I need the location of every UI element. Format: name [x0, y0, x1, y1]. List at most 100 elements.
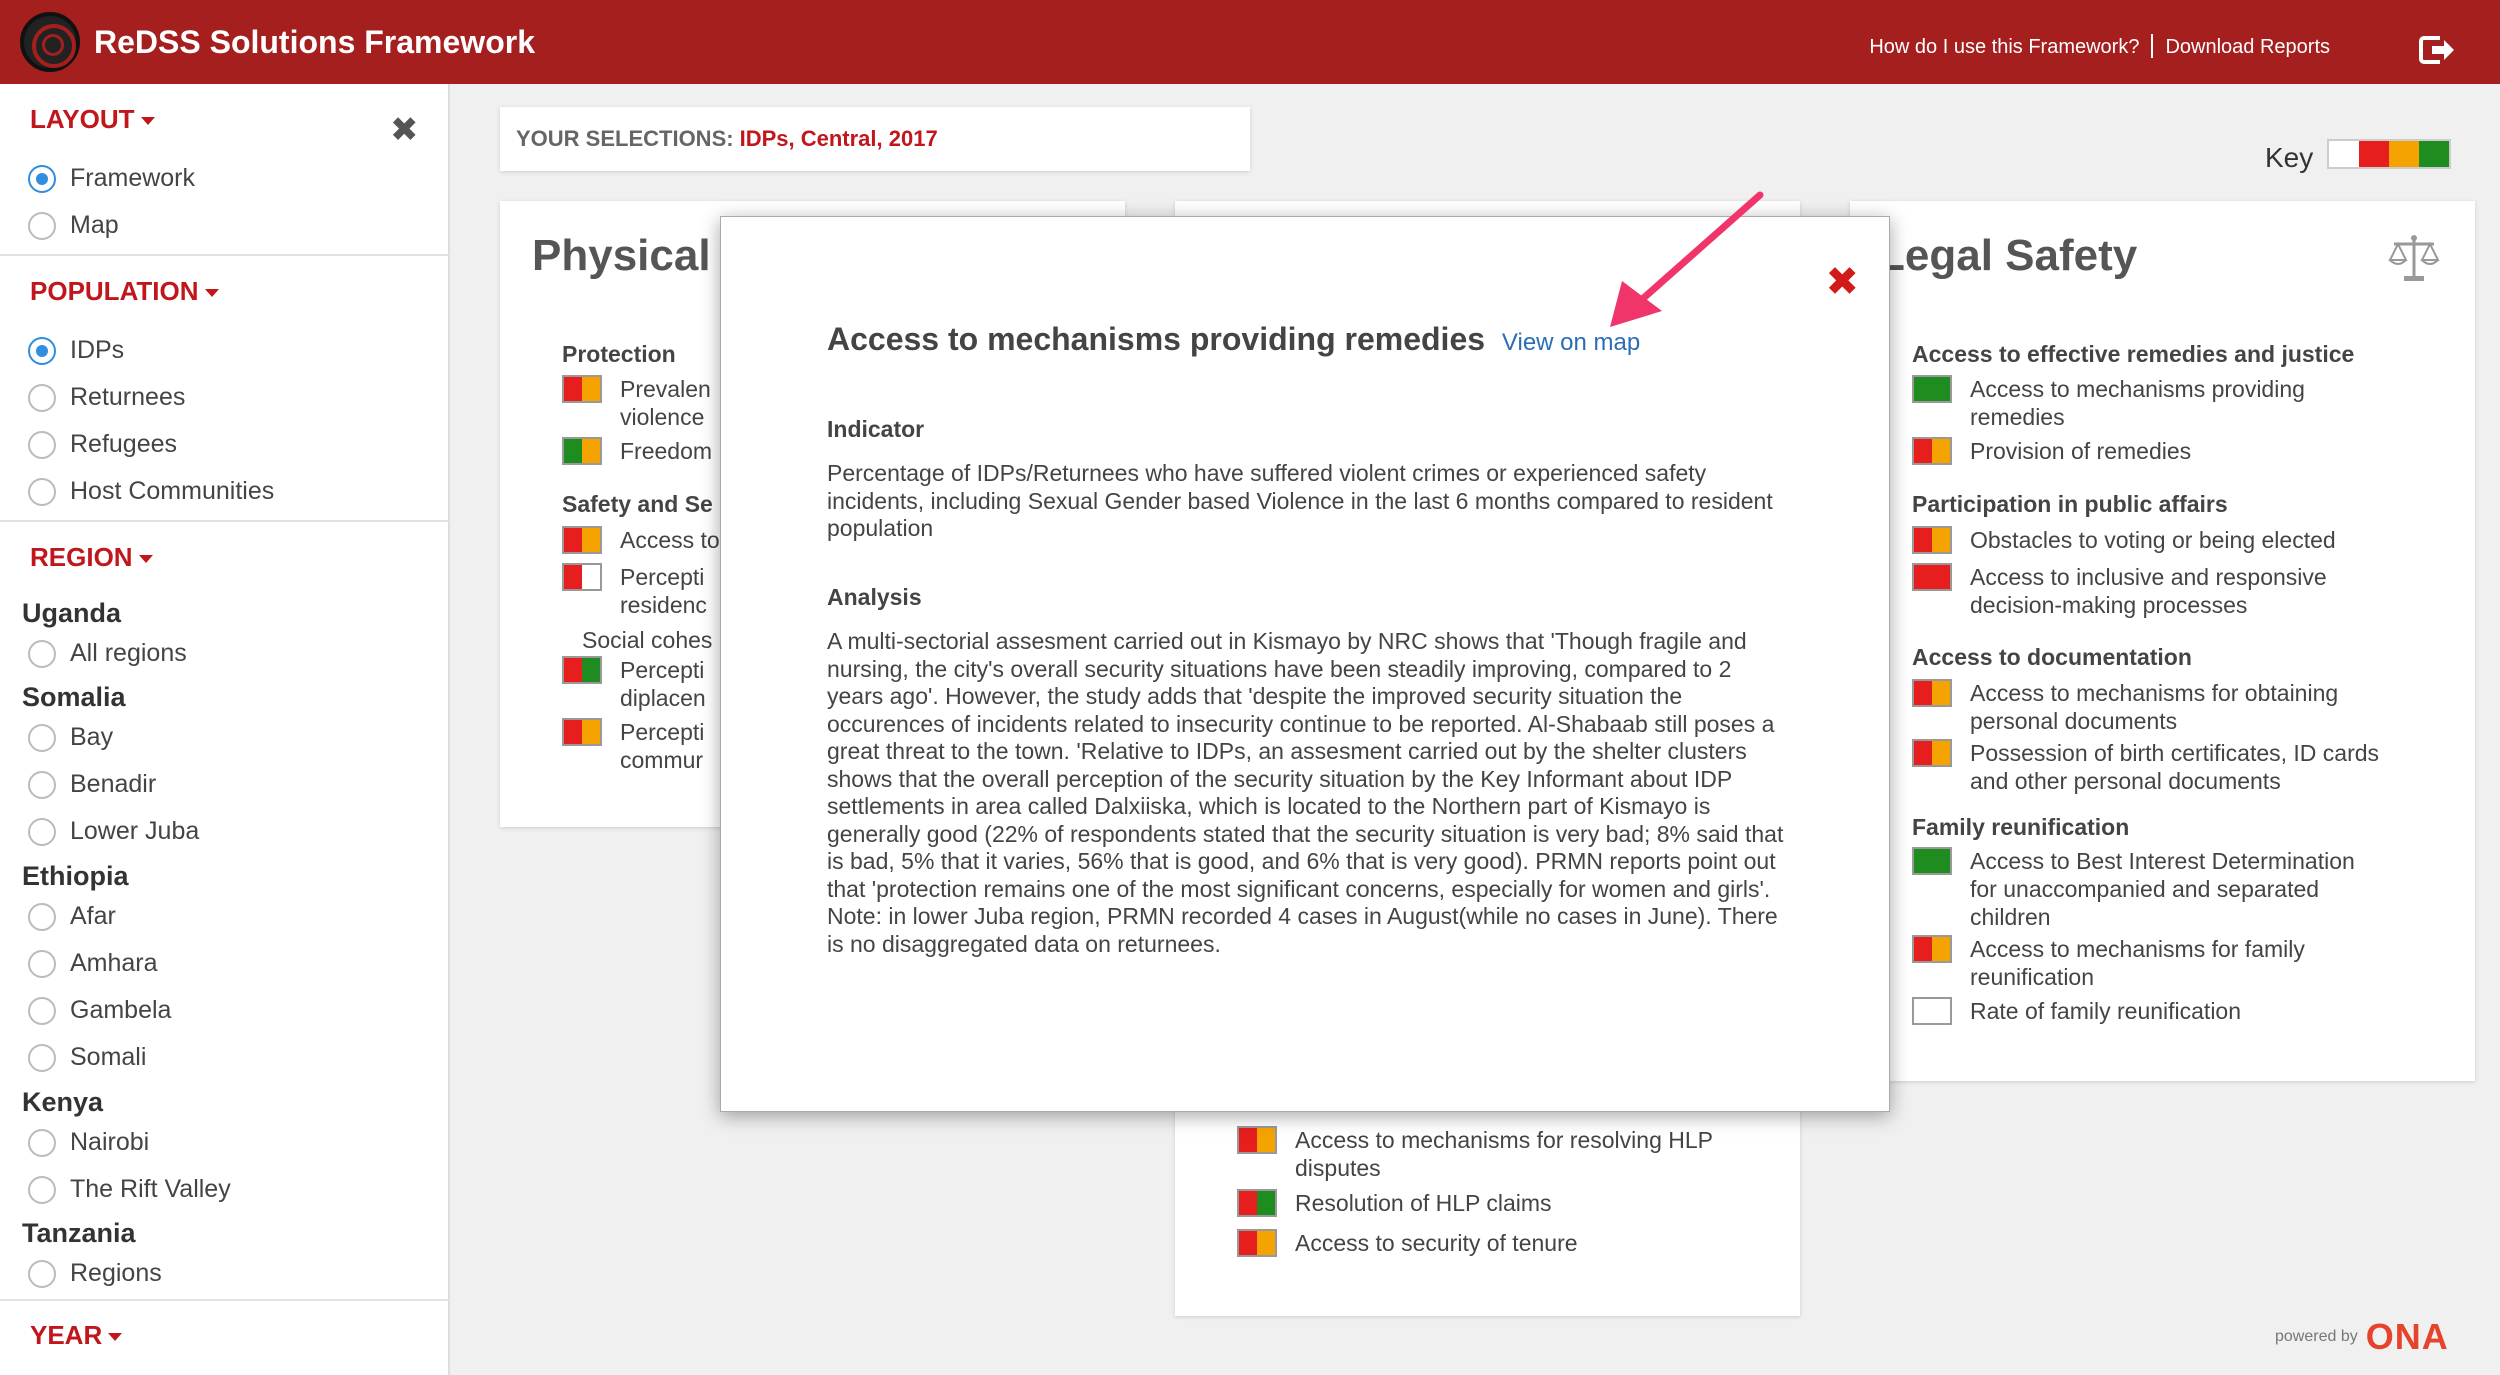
region-option-nairobi[interactable]: Nairobi [28, 1128, 149, 1157]
divider [0, 254, 450, 256]
region-option-lower-juba[interactable]: Lower Juba [28, 817, 199, 846]
region-option-benadir[interactable]: Benadir [28, 770, 156, 799]
region-option-all-regions[interactable]: All regions [28, 639, 187, 668]
radio-label: Lower Juba [70, 817, 200, 845]
ona-logo[interactable]: ONA [2366, 1316, 2449, 1358]
country-heading-kenya: Kenya [22, 1087, 104, 1117]
download-reports-link[interactable]: Download Reports [2165, 36, 2330, 60]
region-option-bay[interactable]: Bay [28, 723, 113, 752]
status-swatch [1912, 375, 1952, 403]
indicator-item[interactable]: Access to mechanisms for family reunifica… [1912, 935, 2305, 991]
radio-label: Benadir [70, 770, 157, 798]
scales-icon [2388, 235, 2440, 281]
key-label: Key [2265, 142, 2314, 173]
radio-icon [28, 996, 56, 1025]
group-title: Access to effective remedies and justice [1912, 341, 2355, 367]
indicator-label: Access to mechanisms for obtaining person… [1970, 680, 2339, 734]
radio-icon [28, 477, 56, 506]
region-option-rift-valley[interactable]: The Rift Valley [28, 1175, 231, 1204]
indicator-item[interactable]: Provision of remedies [1912, 437, 2191, 465]
indicator-item[interactable]: Access to Best Interest Determination for… [1912, 847, 2355, 931]
radio-label: Host Communities [70, 477, 275, 505]
indicator-item[interactable]: Percepti commur [562, 718, 704, 774]
radio-icon [28, 639, 56, 668]
radio-label: Map [70, 211, 119, 239]
radio-icon [28, 723, 56, 752]
group-title: Protection [562, 341, 676, 367]
indicator-item[interactable]: Access to security of tenure [1237, 1229, 1578, 1257]
indicator-item[interactable]: Access to mechanisms for resolving HLP di… [1237, 1126, 1713, 1182]
region-option-gambela[interactable]: Gambela [28, 996, 171, 1025]
logout-icon[interactable] [2418, 34, 2456, 66]
indicator-item[interactable]: Percepti diplacen [562, 656, 706, 712]
indicator-detail-modal: ✖ Access to mechanisms providing remedie… [720, 216, 1890, 1112]
subgroup-title: Social cohes [582, 627, 713, 653]
region-option-somali[interactable]: Somali [28, 1043, 146, 1072]
country-heading-tanzania: Tanzania [22, 1218, 136, 1248]
indicator-heading: Indicator [827, 416, 925, 442]
status-swatch [562, 375, 602, 403]
region-section-toggle[interactable]: REGION [0, 542, 153, 573]
status-swatch [562, 656, 602, 684]
status-swatch [1912, 437, 1952, 465]
indicator-item[interactable]: Resolution of HLP claims [1237, 1189, 1552, 1217]
header-links: How do I use this Framework? Download Re… [1869, 34, 2330, 60]
group-title: Safety and Se [562, 491, 713, 517]
close-modal-icon[interactable]: ✖ [1825, 259, 1859, 305]
radio-label: Refugees [70, 430, 178, 458]
radio-label: Somali [70, 1043, 147, 1071]
country-heading-uganda: Uganda [22, 598, 122, 628]
status-swatch [1912, 997, 1952, 1025]
population-option-host-communities[interactable]: Host Communities [28, 477, 274, 506]
population-option-returnees[interactable]: Returnees [28, 383, 185, 412]
country-heading-ethiopia: Ethiopia [22, 861, 129, 891]
layout-label: LAYOUT [30, 104, 135, 134]
analysis-heading: Analysis [827, 584, 922, 610]
indicator-item[interactable]: Access to mechanisms providing remedies [1912, 375, 2305, 431]
status-swatch [1912, 526, 1952, 554]
region-option-amhara[interactable]: Amhara [28, 949, 158, 978]
indicator-label: Access to [620, 527, 720, 553]
radio-label: The Rift Valley [70, 1175, 231, 1203]
indicator-item[interactable]: Freedom [562, 437, 712, 465]
radio-label: Returnees [70, 383, 186, 411]
indicator-label: Access to mechanisms for resolving HLP di… [1295, 1127, 1713, 1181]
help-link[interactable]: How do I use this Framework? [1869, 36, 2139, 60]
radio-checked-icon [28, 164, 56, 193]
region-option-afar[interactable]: Afar [28, 902, 116, 931]
indicator-item[interactable]: Access to [562, 526, 720, 554]
year-section-toggle[interactable]: YEAR [0, 1320, 123, 1351]
indicator-item[interactable]: Possession of birth certificates, ID car… [1912, 739, 2379, 795]
year-label: YEAR [30, 1320, 103, 1350]
indicator-label: Access to inclusive and responsive decisi… [1970, 564, 2327, 618]
layout-section-toggle[interactable]: LAYOUT [0, 104, 155, 135]
app-header: ReDSS Solutions Framework How do I use t… [0, 0, 2500, 84]
population-option-idps[interactable]: IDPs [28, 336, 124, 365]
indicator-item[interactable]: Prevalen violence [562, 375, 711, 431]
radio-icon [28, 1128, 56, 1157]
indicator-label: Access to mechanisms providing remedies [1970, 376, 2305, 430]
indicator-description: Percentage of IDPs/Returnees who have su… [827, 460, 1773, 541]
close-sidebar-icon[interactable]: ✖ [390, 110, 419, 150]
indicator-item[interactable]: Obstacles to voting or being elected [1912, 526, 2336, 554]
divider [0, 1299, 450, 1301]
radio-icon [28, 211, 56, 240]
radio-label: Bay [70, 723, 114, 751]
radio-icon [28, 383, 56, 412]
indicator-item[interactable]: Percepti residenc [562, 563, 707, 619]
analysis-description: A multi-sectorial assesment carried out … [827, 628, 1784, 957]
layout-option-framework[interactable]: Framework [28, 164, 195, 193]
indicator-item[interactable]: Access to mechanisms for obtaining person… [1912, 679, 2338, 735]
key-swatch-red [2359, 141, 2389, 167]
population-section-toggle[interactable]: POPULATION [0, 276, 219, 307]
region-option-regions[interactable]: Regions [28, 1259, 162, 1288]
radio-icon [28, 430, 56, 459]
radio-checked-icon [28, 336, 56, 365]
indicator-item[interactable]: Access to inclusive and responsive decisi… [1912, 563, 2327, 619]
status-swatch [1237, 1189, 1277, 1217]
indicator-label: Percepti diplacen [620, 657, 706, 711]
layout-option-map[interactable]: Map [28, 211, 119, 240]
indicator-label: Obstacles to voting or being elected [1970, 527, 2336, 553]
population-option-refugees[interactable]: Refugees [28, 430, 177, 459]
indicator-item[interactable]: Rate of family reunification [1912, 997, 2241, 1025]
